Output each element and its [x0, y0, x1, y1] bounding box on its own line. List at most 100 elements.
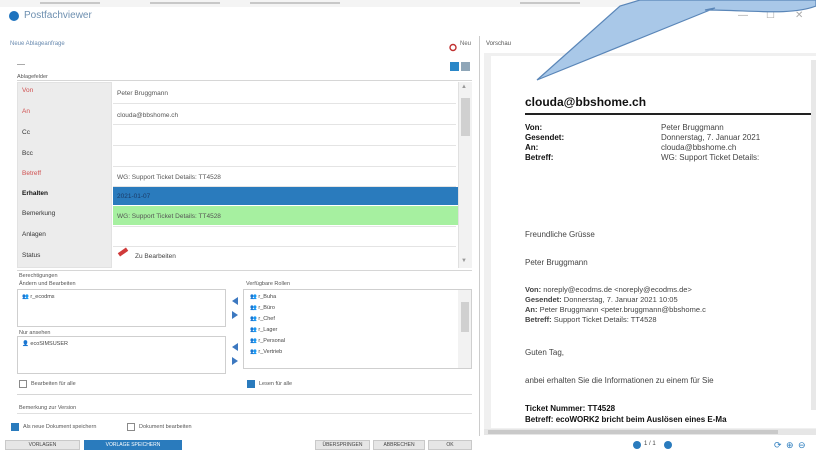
permissions-divider [17, 270, 472, 271]
strip-mark [250, 2, 340, 4]
field-value: Peter Bruggmann <peter.bruggmann@bbshome… [539, 305, 706, 314]
field-label-erhalten: Erhalten [22, 190, 49, 197]
permissions-title: Berechtigungen [19, 273, 58, 279]
field-value-an[interactable]: clouda@bbshome.ch [117, 112, 178, 119]
preview-header-value: Peter Bruggmann [661, 123, 724, 132]
edit-all-label: Bearbeiten für alle [31, 381, 76, 387]
field-value-von[interactable]: Peter Bruggmann [117, 90, 168, 97]
button-label: ÜBERSPRINGEN [322, 442, 363, 448]
list-item-label: r_ecodms [30, 294, 55, 300]
field-value: Donnerstag, 7. Januar 2021 10:05 [563, 295, 678, 304]
preview-subject: Betreff: ecoWORK2 bricht beim Auslösen e… [525, 415, 727, 424]
gear-icon[interactable] [449, 39, 457, 52]
list-item[interactable]: 👥 r_Buha [250, 294, 276, 300]
preview-ticket: Ticket Nummer: TT4528 [525, 404, 615, 413]
arrow-left-icon[interactable] [232, 343, 238, 351]
save-template-button[interactable]: VORLAGE SPEICHERN [84, 440, 182, 450]
field-label-an: An [22, 108, 30, 115]
note-divider [17, 394, 472, 395]
group-icon: 👥 [250, 316, 257, 322]
preview-body-line: anbei erhalten Sie die Informationen zu … [525, 376, 714, 385]
list-item-label: ecoSIMSUSER [30, 341, 68, 347]
templates-button[interactable]: VORLAGEN [5, 440, 80, 450]
minimize-button[interactable]: — [738, 10, 748, 21]
user-icon: 👤 [22, 341, 29, 347]
list-item[interactable]: 👥 r_ecodms [22, 294, 55, 300]
preview-hscroll-thumb[interactable] [488, 430, 778, 434]
field-value-bemerkung[interactable]: WG: Support Ticket Details: TT4528 [117, 213, 221, 220]
row-divider [113, 103, 456, 104]
zoom-in-icon[interactable]: ⊕ [786, 440, 794, 451]
field-value-erhalten[interactable]: 2021-01-07 [117, 193, 150, 200]
maximize-button[interactable]: ☐ [766, 10, 775, 21]
version-note-field[interactable] [17, 413, 472, 414]
left-pane-header: Neue Ablageanfrage [10, 41, 65, 47]
preview-header-label: Von: [525, 123, 543, 132]
field-label-von: Von [22, 87, 34, 94]
field-label-bcc: Bcc [22, 150, 33, 157]
list-item[interactable]: 👥 r_Personal [250, 338, 285, 344]
list-item-label: r_Lager [258, 327, 278, 333]
edit-all-checkbox[interactable] [19, 380, 27, 388]
version-note-label: Bemerkung zur Version [19, 405, 77, 411]
arrow-right-icon[interactable] [232, 311, 238, 319]
new-label[interactable]: Neu [460, 41, 471, 47]
field-label-anlagen: Anlagen [22, 231, 46, 238]
group-icon: 👥 [22, 294, 29, 300]
group-icon: 👥 [250, 294, 257, 300]
close-button[interactable]: ✕ [795, 10, 803, 21]
preview-vscrollbar[interactable] [811, 60, 816, 410]
save-new-document-checkbox[interactable] [11, 423, 19, 431]
rotate-icon[interactable]: ⟳ [774, 440, 782, 451]
preview-signature: Peter Bruggmann [525, 258, 588, 267]
selected-row-highlight [113, 187, 458, 205]
strip-mark [150, 2, 220, 4]
read-only-list[interactable]: 👤 ecoSIMSUSER [17, 336, 226, 374]
available-roles-list[interactable]: 👥 r_Buha 👥 r_Büro 👥 r_Chef 👥 r_Lager 👥 r… [243, 289, 472, 369]
ok-button[interactable]: OK [428, 440, 472, 450]
preview-mailbox: clouda@bbshome.ch [525, 95, 647, 109]
group-icon: 👥 [250, 305, 257, 311]
arrow-right-icon[interactable] [232, 357, 238, 365]
field-label: Betreff: [525, 415, 554, 424]
scrollbar-thumb[interactable] [461, 98, 470, 136]
list-item[interactable]: 👥 r_Büro [250, 305, 275, 311]
scrollbar-thumb[interactable] [461, 302, 469, 332]
preview-header-value: Donnerstag, 7. Januar 2021 [661, 133, 761, 142]
collapse-icon[interactable] [17, 64, 25, 65]
prev-page-icon[interactable] [633, 441, 641, 449]
roles-scrollbar[interactable] [458, 290, 471, 368]
arrow-left-icon[interactable] [232, 297, 238, 305]
cancel-button[interactable]: ABBRECHEN [373, 440, 425, 450]
add-field-icon[interactable] [450, 62, 459, 71]
edit-document-checkbox[interactable] [127, 423, 135, 431]
edit-document-label: Dokument bearbeiten [139, 424, 192, 430]
preview-fwd-von: Von: noreply@ecodms.de <noreply@ecodms.d… [525, 285, 692, 294]
scroll-down-icon[interactable]: ▼ [461, 258, 467, 264]
save-new-document-label: Als neue Dokument speichern [23, 424, 97, 430]
list-item-label: r_Personal [258, 338, 285, 344]
pane-separator[interactable] [479, 36, 480, 436]
list-item[interactable]: 👥 r_Lager [250, 327, 277, 333]
list-item[interactable]: 👥 r_Vertrieb [250, 349, 282, 355]
zoom-out-icon[interactable]: ⊖ [798, 440, 806, 451]
preview-fwd-gesendet: Gesendet: Donnerstag, 7. Januar 2021 10:… [525, 295, 678, 304]
scroll-up-icon[interactable]: ▲ [461, 84, 467, 90]
preview-header-label: Betreff: [525, 153, 554, 162]
top-strip [0, 0, 816, 7]
pencil-icon [117, 247, 129, 257]
list-item[interactable]: 👤 ecoSIMSUSER [22, 341, 68, 347]
next-page-icon[interactable] [664, 441, 672, 449]
field-value-status[interactable]: Zu Bearbeiten [135, 253, 176, 260]
read-write-list[interactable]: 👥 r_ecodms [17, 289, 226, 327]
field-value-betreff[interactable]: WG: Support Ticket Details: TT4528 [117, 174, 221, 181]
app-window: Postfachviewer — ☐ ✕ Neue Ablageanfrage … [0, 0, 816, 453]
strip-mark [520, 2, 580, 4]
fields-scrollbar[interactable] [458, 82, 472, 268]
read-all-checkbox[interactable] [247, 380, 255, 388]
skip-button[interactable]: ÜBERSPRINGEN [315, 440, 370, 450]
row-divider [113, 124, 456, 125]
field-list-icon[interactable] [461, 62, 470, 71]
list-item[interactable]: 👥 r_Chef [250, 316, 275, 322]
field-label-status: Status [22, 252, 41, 259]
